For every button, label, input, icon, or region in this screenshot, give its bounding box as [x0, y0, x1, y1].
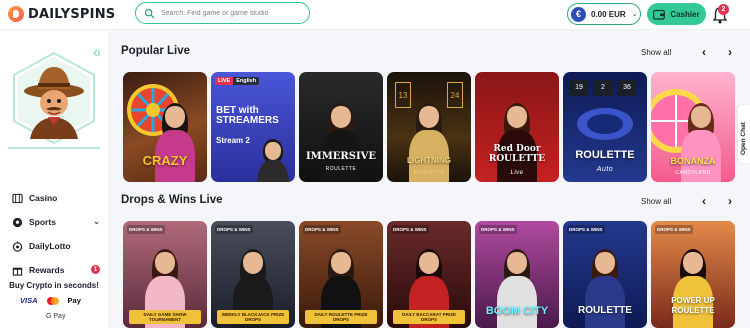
number-panel: 24 [447, 82, 463, 108]
tile-title: IMMERSIVE [305, 151, 377, 162]
balance-amount: 0.00 EUR [591, 9, 626, 19]
scroll-right-icon[interactable]: › [724, 46, 736, 58]
live-language-badge: LIVE English [215, 77, 260, 85]
dealer-figure [153, 103, 197, 182]
roulette-wheel-icon [577, 108, 633, 140]
game-tile-mega-roulette-auto[interactable]: 19 2 36 ROULETTE Auto [563, 72, 647, 182]
drops-wins-badge: DROPS & WINS [391, 225, 429, 234]
show-all-drops-wins-link[interactable]: Show all [641, 197, 671, 206]
sidebar: Casino Sports ⌄ DailyLotto Rewards 1 Buy… [0, 31, 108, 328]
tile-title: BET with STREAMERS [216, 105, 279, 126]
sidebar-item-rewards[interactable]: Rewards 1 [12, 258, 104, 282]
apple-pay-logo: Pay [67, 296, 81, 305]
tile-title: CRAZY [142, 153, 188, 168]
cashier-button[interactable]: Cashier [647, 3, 706, 25]
brand-name: DAILYSPINS [28, 6, 116, 22]
tile-subtitle: CANDYLAND [675, 170, 711, 176]
cashier-label: Cashier [670, 9, 700, 19]
tile-subtitle: Auto [596, 166, 614, 173]
notification-badge: 2 [718, 4, 729, 15]
chevron-down-icon[interactable]: ⌄ [93, 217, 100, 226]
scroll-right-icon[interactable]: › [724, 195, 736, 207]
buy-crypto-text[interactable]: Buy Crypto in seconds! [0, 281, 108, 290]
tile-title: LIGHTNING [407, 156, 451, 165]
search-icon [144, 8, 155, 18]
drops-wins-badge: DROPS & WINS [303, 225, 341, 234]
section-title-popular-live: Popular Live [121, 45, 191, 57]
open-chat-label: Open Chat [740, 122, 747, 155]
visa-logo: VISA [20, 296, 38, 305]
dealer-figure [583, 249, 627, 328]
drops-wins-badge: DROPS & WINS [655, 225, 693, 234]
sidebar-item-dailylotto[interactable]: DailyLotto [12, 234, 104, 258]
show-all-popular-live-link[interactable]: Show all [641, 48, 671, 57]
sidebar-nav: Casino Sports ⌄ DailyLotto Rewards 1 [12, 186, 104, 282]
game-tile-immersive-roulette[interactable]: IMMERSIVE ROULETTE [299, 72, 383, 182]
tile-caption: DAILY GAME SHOW TOURNAMENT [129, 310, 201, 324]
game-tile-daily-baccarat-prize-drops[interactable]: DROPS & WINS DAILY BACCARAT PRIZE DROPS [387, 221, 471, 328]
tile-caption: DAILY ROULETTE PRIZE DROPS [305, 310, 377, 324]
soccer-ball-icon [12, 217, 23, 227]
tile-caption: DAILY BACCARAT PRIZE DROPS [393, 310, 465, 324]
game-tile-sweet-bonanza-candyland[interactable]: BONANZA CANDYLAND [651, 72, 735, 182]
tile-subtitle: ROULETTE [413, 170, 445, 176]
drops-wins-badge: DROPS & WINS [567, 225, 605, 234]
game-tile-lightning-roulette[interactable]: 13 24 LIGHTNING ROULETTE [387, 72, 471, 182]
sidebar-item-label: Casino [29, 193, 58, 203]
game-tile-daily-roulette-prize-drops[interactable]: DROPS & WINS DAILY ROULETTE PRIZE DROPS [299, 221, 383, 328]
brand-logo[interactable]: DAILYSPINS [8, 6, 115, 22]
section-title-drops-wins-live: Drops & Wins Live [121, 194, 223, 206]
search-input[interactable] [161, 9, 301, 17]
game-tile-crazy-time[interactable]: CRAZY [123, 72, 207, 182]
drops-wins-badge: DROPS & WINS [127, 225, 165, 234]
game-tile-daily-game-show-tournament[interactable]: DROPS & WINS DAILY GAME SHOW TOURNAMENT [123, 221, 207, 328]
avatar[interactable] [8, 45, 100, 173]
tile-title: ROULETTE [575, 149, 635, 161]
streamer-figure [255, 139, 291, 182]
sidebar-item-label: DailyLotto [29, 241, 71, 251]
tile-caption: WEEKLY BLACKJACK PRIZE DROPS [217, 310, 289, 324]
rewards-badge: 1 [91, 265, 100, 274]
top-header: DAILYSPINS € 0.00 EUR ⌄ Cashier 2 [0, 0, 750, 30]
drops-wins-badge: DROPS & WINS [215, 225, 253, 234]
scroll-left-icon[interactable]: ‹ [698, 195, 710, 207]
tile-title: BONANZA [670, 156, 716, 166]
game-tile-red-door-roulette[interactable]: Red Door ROULETTE Live [475, 72, 559, 182]
sidebar-item-casino[interactable]: Casino [12, 186, 104, 210]
number-strip: 19 2 36 [569, 80, 637, 96]
dealer-figure [671, 249, 715, 328]
scroll-left-icon[interactable]: ‹ [698, 46, 710, 58]
wallet-balance[interactable]: € 0.00 EUR ⌄ [567, 3, 641, 25]
search-box[interactable] [135, 2, 310, 24]
sidebar-item-sports[interactable]: Sports ⌄ [12, 210, 104, 234]
tile-subtitle: Live [510, 170, 524, 176]
tile-subtitle: ROULETTE [325, 166, 357, 172]
game-tile-weekly-blackjack-prize-drops[interactable]: DROPS & WINS WEEKLY BLACKJACK PRIZE DROP… [211, 221, 295, 328]
game-tile-bet-with-streamers[interactable]: LIVE English BET with STREAMERS Stream 2 [211, 72, 295, 182]
tile-title: ROULETTE [578, 305, 632, 316]
tile-subtitle: Stream 2 [216, 136, 250, 145]
mastercard-icon [46, 296, 59, 305]
casino-icon [12, 193, 23, 203]
sidebar-item-label: Rewards [29, 265, 65, 275]
google-pay-logo: G Pay [46, 313, 66, 320]
payment-methods: VISA Pay [20, 296, 81, 305]
tile-title: BOOM CITY [485, 305, 549, 317]
euro-coin-icon: € [571, 6, 586, 22]
drops-wins-badge: DROPS & WINS [479, 225, 517, 234]
logo-mark-icon [8, 6, 24, 22]
game-tile-mega-roulette[interactable]: DROPS & WINS ROULETTE [563, 221, 647, 328]
open-chat-tab[interactable]: Open Chat [738, 105, 750, 163]
number-panel: 13 [395, 82, 411, 108]
sidebar-item-label: Sports [29, 217, 56, 227]
chevron-down-icon: ⌄ [631, 11, 638, 18]
wallet-icon [653, 9, 666, 20]
gift-icon [12, 267, 23, 276]
tile-title: Red Door ROULETTE [488, 144, 546, 164]
game-tile-power-up-roulette[interactable]: DROPS & WINS POWER UP ROULETTE [651, 221, 735, 328]
game-tile-boom-city[interactable]: DROPS & WINS BOOM CITY [475, 221, 559, 328]
level-progress-bar [8, 147, 100, 149]
tile-title: POWER UP ROULETTE [671, 296, 715, 315]
lotto-icon [12, 240, 23, 252]
